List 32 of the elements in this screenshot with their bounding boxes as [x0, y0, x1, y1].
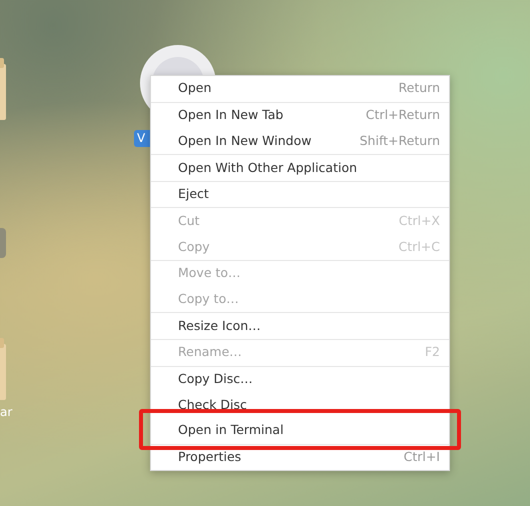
menu-item-label: Cut [178, 212, 200, 230]
shortcut-label: F2 [424, 343, 440, 362]
menu-item-label: Eject [178, 185, 209, 204]
menu-item-label: Open In New Window [178, 132, 312, 150]
menu-item-label: Open In New Tab [178, 106, 284, 124]
menu-item[interactable]: Open in Terminal [151, 418, 449, 444]
menu-item[interactable]: Eject [151, 182, 449, 208]
menu-item-label: Resize Icon… [178, 316, 261, 335]
menu-item[interactable]: Resize Icon… [151, 313, 449, 339]
menu-item[interactable]: Check Disc [151, 392, 449, 418]
menu-item-label: Properties [178, 448, 242, 466]
menu-item-label: Check Disc [178, 396, 247, 414]
menu-item-label: Open With Other Application [178, 158, 358, 177]
shortcut-label: Return [398, 79, 440, 98]
menu-item-label: Move to… [178, 264, 241, 282]
menu-item[interactable]: Open Return [151, 76, 449, 102]
icon-label: ar [0, 404, 14, 421]
menu-item-label: Copy Disc… [178, 370, 253, 388]
menu-item[interactable]: Copy Disc… [151, 366, 449, 392]
menu-item[interactable]: Properties Ctrl+I [151, 444, 449, 470]
shortcut-label: Shift+Return [360, 132, 440, 150]
menu-item-label: Rename… [178, 343, 242, 362]
menu-item-label: Copy to… [178, 290, 239, 308]
menu-item-label: Copy [178, 238, 210, 256]
menu-item[interactable]: Open With Other Application [151, 155, 449, 181]
shortcut-label: Ctrl+Return [366, 106, 440, 124]
menu-item-label: Open [178, 79, 212, 98]
shortcut-label: Ctrl+X [398, 212, 440, 230]
menu-item-label: Open in Terminal [178, 421, 284, 440]
shortcut-label: Ctrl+C [398, 238, 440, 256]
menu-item[interactable]: Open In New Tab Ctrl+Return [151, 102, 449, 128]
shortcut-label: Ctrl+I [404, 448, 440, 466]
